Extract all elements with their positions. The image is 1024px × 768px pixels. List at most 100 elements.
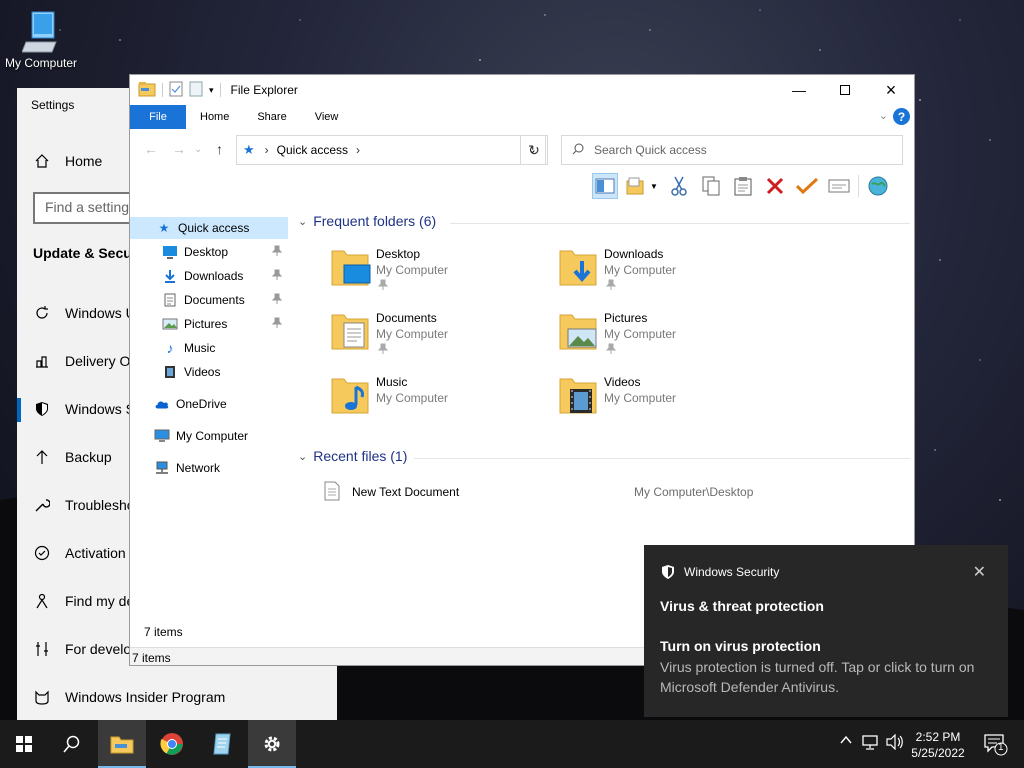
windows-security-toast[interactable]: Windows Security ✕ Virus & threat protec… (644, 545, 1008, 717)
volume-icon[interactable] (886, 733, 904, 753)
settings-item-backup[interactable]: Backup (33, 445, 112, 469)
nav-videos[interactable]: Videos (130, 361, 288, 383)
paste-button[interactable] (730, 173, 756, 199)
preview-pane-icon (595, 178, 615, 194)
nav-label: My Computer (176, 429, 249, 443)
nav-desktop[interactable]: Desktop (130, 241, 288, 263)
delete-button[interactable] (762, 173, 788, 199)
nav-pictures[interactable]: Pictures (130, 313, 288, 335)
recent-files-header[interactable]: ⌄ Recent files (1) (298, 448, 407, 464)
tab-view[interactable]: View (301, 105, 353, 129)
folder-location: My Computer (376, 263, 449, 277)
windows-logo-icon (16, 736, 32, 752)
properties-button[interactable] (826, 173, 852, 199)
computer-icon (22, 11, 57, 53)
settings-item-label: Activation (65, 545, 126, 561)
folder-location: My Computer (604, 327, 677, 341)
recent-file-row[interactable]: New Text Document My Computer\Desktop (324, 481, 884, 503)
search-input[interactable]: Search Quick access (561, 135, 903, 165)
tab-share[interactable]: Share (243, 105, 300, 129)
maximize-button[interactable] (822, 75, 868, 105)
backup-icon (33, 448, 51, 466)
rename-button[interactable] (794, 173, 820, 199)
window-title: File Explorer (230, 83, 298, 97)
preview-pane-button[interactable] (592, 173, 618, 199)
action-center-button[interactable]: 1 (984, 734, 1008, 759)
taskbar-file-explorer[interactable] (98, 720, 146, 768)
settings-item-activation[interactable]: Activation (33, 541, 126, 565)
close-button[interactable]: × (868, 75, 914, 105)
folder-name: Desktop (376, 247, 421, 261)
nav-downloads[interactable]: Downloads (130, 265, 288, 287)
recent-locations-chevron-icon[interactable]: ⌄ (194, 144, 202, 155)
nav-label: Downloads (184, 269, 244, 283)
settings-item-label: Windows Insider Program (65, 689, 226, 705)
taskbar-app[interactable] (198, 720, 246, 768)
nav-documents[interactable]: Documents (130, 289, 288, 311)
pin-icon (271, 293, 283, 308)
folder-tile-documents[interactable]: Documents My Computer (330, 309, 550, 365)
address-bar[interactable]: ★ › Quick access › ⌄ (236, 135, 546, 165)
recent-file-name: New Text Document (352, 485, 460, 499)
network-status-icon[interactable] (862, 734, 880, 753)
minimize-button[interactable]: — (776, 75, 822, 105)
folder-tile-desktop[interactable]: Desktop My Computer (330, 245, 550, 301)
properties-icon[interactable] (169, 81, 183, 100)
nav-network[interactable]: Network (130, 457, 288, 479)
group-title: Frequent folders (6) (313, 213, 437, 229)
explorer-titlebar[interactable]: ▾ File Explorer — × (130, 75, 914, 105)
group-divider (450, 223, 910, 224)
settings-title: Settings (31, 98, 75, 112)
tab-home[interactable]: Home (186, 105, 243, 129)
system-clock[interactable]: 2:52 PM 5/25/2022 (908, 729, 968, 761)
picture-icon (162, 316, 178, 332)
network-globe-button[interactable] (865, 173, 891, 199)
frequent-folders-header[interactable]: ⌄ Frequent folders (6) (298, 213, 436, 229)
developer-tools-icon (33, 640, 51, 658)
desktop-icon-my-computer[interactable]: My Computer (4, 8, 78, 70)
nav-label: Videos (184, 365, 221, 379)
customize-qa-chevron-icon[interactable]: ▾ (209, 85, 214, 96)
new-folder-icon[interactable] (189, 81, 203, 100)
start-button[interactable] (0, 720, 48, 768)
window-controls: — × (776, 75, 914, 105)
cut-button[interactable] (666, 173, 692, 199)
folder-tile-downloads[interactable]: Downloads My Computer (558, 245, 778, 301)
status-text: 7 items (132, 650, 171, 665)
folder-tile-pictures[interactable]: Pictures My Computer (558, 309, 778, 365)
folder-tile-videos[interactable]: Videos My Computer (558, 373, 778, 429)
expand-ribbon-chevron-icon[interactable]: ⌄ (879, 109, 888, 122)
address-bar-row: ← → ⌄ ↑ ★ › Quick access › ⌄ ↻ Search Qu… (130, 133, 914, 165)
new-item-button[interactable]: ▼ (624, 173, 660, 199)
breadcrumb-quick-access[interactable]: Quick access (277, 143, 348, 157)
settings-item-windows-insider[interactable]: Windows Insider Program (33, 685, 225, 709)
copy-button[interactable] (698, 173, 724, 199)
settings-home[interactable]: Home (33, 149, 102, 173)
nav-quick-access[interactable]: ★ Quick access (130, 217, 288, 239)
refresh-button[interactable]: ↻ (520, 135, 548, 165)
nav-music[interactable]: ♪ Music (130, 337, 288, 359)
toast-close-button[interactable]: ✕ (973, 562, 986, 582)
back-button[interactable]: ← (144, 141, 158, 157)
folder-location: My Computer (604, 391, 677, 405)
globe-icon (868, 176, 888, 196)
tray-chevron-up-icon[interactable] (840, 734, 852, 749)
search-button[interactable] (48, 720, 96, 768)
shield-icon (33, 400, 51, 418)
wrench-icon (33, 496, 51, 514)
nav-my-computer[interactable]: My Computer (130, 425, 288, 447)
nav-onedrive[interactable]: OneDrive (130, 393, 288, 415)
taskbar-settings[interactable] (248, 720, 296, 768)
nav-label: Music (184, 341, 216, 355)
delivery-icon (33, 352, 51, 370)
taskbar-chrome[interactable] (148, 720, 196, 768)
up-button[interactable]: ↑ (216, 141, 223, 157)
help-button[interactable]: ? (893, 108, 910, 125)
qa-divider (162, 83, 163, 97)
tab-file[interactable]: File (130, 105, 186, 129)
folder-tile-music[interactable]: Music My Computer (330, 373, 550, 429)
forward-button[interactable]: → (172, 141, 186, 157)
nav-label: OneDrive (176, 397, 227, 411)
search-icon (572, 143, 584, 158)
clock-time: 2:52 PM (915, 730, 961, 744)
